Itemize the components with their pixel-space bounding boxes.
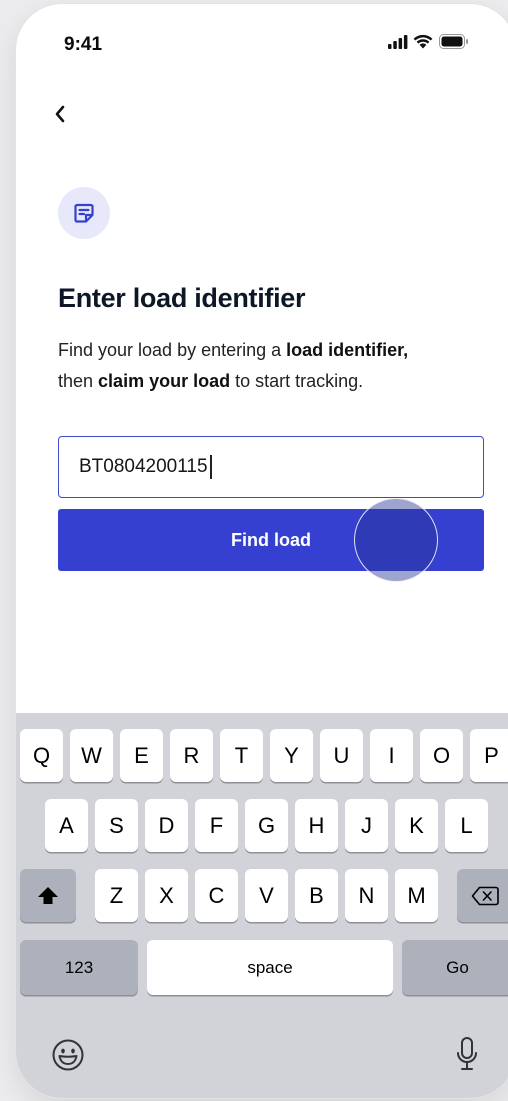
key-j[interactable]: J (345, 799, 388, 852)
desc-bold-1: load identifier, (286, 340, 409, 360)
back-button[interactable] (54, 100, 78, 128)
key-z[interactable]: Z (95, 869, 138, 922)
space-key[interactable]: space (147, 940, 393, 995)
key-l[interactable]: L (445, 799, 488, 852)
key-h[interactable]: H (295, 799, 338, 852)
key-y[interactable]: Y (270, 729, 313, 782)
go-key[interactable]: Go (402, 940, 508, 995)
signal-icon (388, 35, 408, 49)
key-n[interactable]: N (345, 869, 388, 922)
key-v[interactable]: V (245, 869, 288, 922)
key-d[interactable]: D (145, 799, 188, 852)
microphone-icon[interactable] (456, 1036, 478, 1072)
chevron-left-icon (55, 105, 65, 123)
key-m[interactable]: M (395, 869, 438, 922)
key-g[interactable]: G (245, 799, 288, 852)
phone-screen: 9:41 Enter load identifier Find your loa… (16, 4, 508, 1098)
numbers-key[interactable]: 123 (20, 940, 138, 995)
find-load-button[interactable]: Find load (58, 509, 484, 571)
text-caret (209, 455, 212, 479)
desc-text-1: Find your load by entering a (58, 340, 287, 360)
page-description: Find your load by entering a load identi… (58, 340, 409, 391)
key-i[interactable]: I (370, 729, 413, 782)
battery-icon (439, 34, 468, 49)
key-r[interactable]: R (170, 729, 213, 782)
key-q[interactable]: Q (20, 729, 63, 782)
desc-bold-2: claim your load (98, 371, 231, 391)
header-icon-badge (58, 187, 110, 239)
desc-text-3: to start tracking. (230, 371, 364, 391)
key-f[interactable]: F (195, 799, 238, 852)
key-b[interactable]: B (295, 869, 338, 922)
load-identifier-input[interactable]: BT0804200115 (58, 436, 484, 498)
key-p[interactable]: P (470, 729, 508, 782)
page-title: Enter load identifier (58, 283, 306, 313)
status-time: 9:41 (64, 34, 103, 55)
document-icon (74, 203, 94, 223)
load-identifier-value: BT0804200115 (79, 456, 208, 477)
key-o[interactable]: O (420, 729, 463, 782)
key-t[interactable]: T (220, 729, 263, 782)
key-a[interactable]: A (45, 799, 88, 852)
backspace-icon (471, 886, 499, 905)
key-x[interactable]: X (145, 869, 188, 922)
key-u[interactable]: U (320, 729, 363, 782)
backspace-key[interactable] (457, 869, 508, 922)
key-k[interactable]: K (395, 799, 438, 852)
key-w[interactable]: W (70, 729, 113, 782)
shift-key[interactable] (20, 869, 76, 922)
wifi-icon (413, 34, 433, 49)
key-e[interactable]: E (120, 729, 163, 782)
keyboard: Q W E R T Y U I O P A S D F G H J K L Z … (16, 713, 508, 1098)
emoji-icon[interactable] (51, 1038, 85, 1072)
key-s[interactable]: S (95, 799, 138, 852)
key-c[interactable]: C (195, 869, 238, 922)
shift-icon (38, 886, 58, 904)
